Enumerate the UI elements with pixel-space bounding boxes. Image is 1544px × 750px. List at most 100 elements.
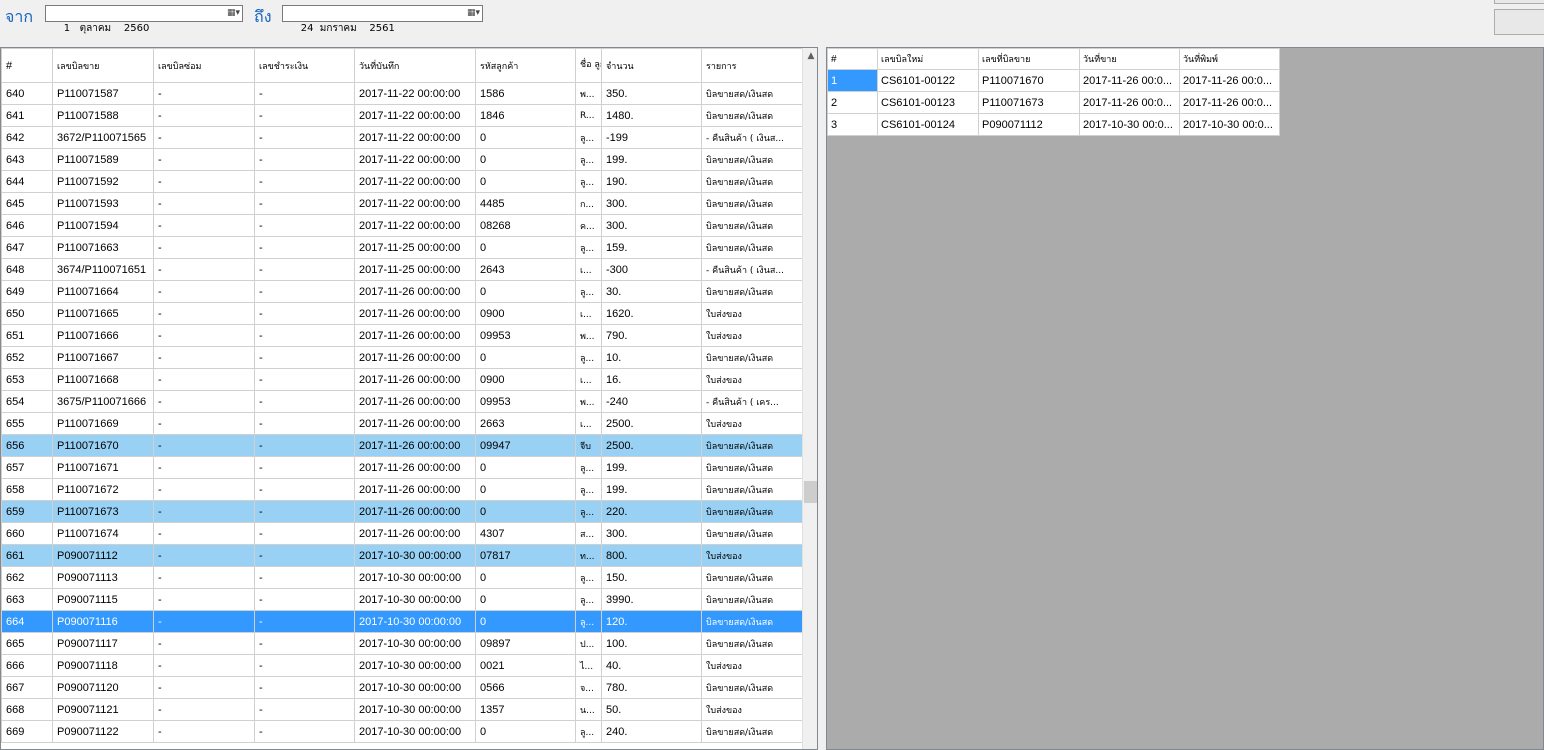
cell-payment-no[interactable]: - xyxy=(254,368,355,391)
cell-item[interactable]: ใบส่งของ xyxy=(701,544,803,567)
cell-amount[interactable]: 1620. xyxy=(601,302,702,325)
cell-record-date[interactable]: 2017-10-30 00:00:00 xyxy=(354,720,476,743)
cell-index[interactable]: 650 xyxy=(1,302,53,325)
cell-index[interactable]: 658 xyxy=(1,478,53,501)
cell-repair-bill[interactable]: - xyxy=(153,456,255,479)
cell-customer-code[interactable]: 0 xyxy=(475,236,576,259)
cell-payment-no[interactable]: - xyxy=(254,412,355,435)
cell-sale-bill[interactable]: P110071672 xyxy=(52,478,154,501)
cell-amount[interactable]: 220. xyxy=(601,500,702,523)
cell-record-date[interactable]: 2017-11-22 00:00:00 xyxy=(354,148,476,171)
table-row[interactable]: 647 P110071663- -2017-11-25 00:00:00 0 ลู...… xyxy=(1,236,803,259)
cell-repair-bill[interactable]: - xyxy=(153,346,255,369)
cell-index[interactable]: 1 xyxy=(827,69,878,92)
cell-record-date[interactable]: 2017-11-25 00:00:00 xyxy=(354,258,476,281)
table-row[interactable]: 654 3675/P110071666- -2017-11-26 00:00:00 0… xyxy=(1,390,803,413)
cell-repair-bill[interactable]: - xyxy=(153,566,255,589)
cell-amount[interactable]: 100. xyxy=(601,632,702,655)
cell-customer-name[interactable]: ไ... xyxy=(575,654,602,677)
cell-customer-code[interactable]: 0 xyxy=(475,170,576,193)
cell-amount[interactable]: 159. xyxy=(601,236,702,259)
cell-amount[interactable]: 790. xyxy=(601,324,702,347)
cell-payment-no[interactable]: - xyxy=(254,698,355,721)
col-header-sale-bill-no[interactable]: เลขที่บิลขาย xyxy=(978,48,1080,70)
col-header-sale-bill[interactable]: เลขบิลขาย xyxy=(52,48,154,83)
cell-item[interactable]: บิลขายสด/เงินสด xyxy=(701,588,803,611)
col-header-index[interactable]: # xyxy=(1,48,53,83)
cell-payment-no[interactable]: - xyxy=(254,126,355,149)
to-date-picker[interactable]: 24 มกราคม 2561 ▦▾ xyxy=(282,5,483,34)
cell-customer-code[interactable]: 09953 xyxy=(475,324,576,347)
cell-amount[interactable]: 199. xyxy=(601,148,702,171)
cell-record-date[interactable]: 2017-10-30 00:00:00 xyxy=(354,676,476,699)
cell-amount[interactable]: 300. xyxy=(601,192,702,215)
cell-index[interactable]: 649 xyxy=(1,280,53,303)
cell-customer-code[interactable]: 1586 xyxy=(475,82,576,105)
cell-record-date[interactable]: 2017-11-26 00:00:00 xyxy=(354,478,476,501)
table-row[interactable]: 648 3674/P110071651- -2017-11-25 00:00:00 2… xyxy=(1,258,803,281)
cell-print-date[interactable]: 2017-10-30 00:0... xyxy=(1179,113,1280,136)
cell-record-date[interactable]: 2017-11-26 00:00:00 xyxy=(354,324,476,347)
table-row[interactable]: 662 P090071113- -2017-10-30 00:00:00 0 ลู...… xyxy=(1,566,803,589)
cell-record-date[interactable]: 2017-10-30 00:00:00 xyxy=(354,632,476,655)
cell-payment-no[interactable]: - xyxy=(254,456,355,479)
cell-record-date[interactable]: 2017-10-30 00:00:00 xyxy=(354,610,476,633)
cell-customer-code[interactable]: 4307 xyxy=(475,522,576,545)
cell-repair-bill[interactable]: - xyxy=(153,368,255,391)
table-row[interactable]: 660 P110071674- -2017-11-26 00:00:00 4307 ส.… xyxy=(1,522,803,545)
cell-item[interactable]: บิลขายสด/เงินสด xyxy=(701,522,803,545)
cell-payment-no[interactable]: - xyxy=(254,324,355,347)
cell-customer-name[interactable]: ลู... xyxy=(575,566,602,589)
cell-item[interactable]: ใบส่งของ xyxy=(701,302,803,325)
cell-record-date[interactable]: 2017-11-26 00:00:00 xyxy=(354,500,476,523)
cell-customer-name[interactable]: พ... xyxy=(575,82,602,105)
cell-sale-bill[interactable]: P110071594 xyxy=(52,214,154,237)
cell-index[interactable]: 653 xyxy=(1,368,53,391)
cell-sale-date[interactable]: 2017-11-26 00:0... xyxy=(1079,69,1180,92)
cell-payment-no[interactable]: - xyxy=(254,258,355,281)
cell-amount[interactable]: 40. xyxy=(601,654,702,677)
cell-customer-code[interactable]: 09897 xyxy=(475,632,576,655)
cell-sale-bill[interactable]: P090071113 xyxy=(52,566,154,589)
col-header-customer-code[interactable]: รหัสลูกค้า xyxy=(475,48,576,83)
cell-repair-bill[interactable]: - xyxy=(153,654,255,677)
cell-sale-bill-no[interactable]: P090071112 xyxy=(978,113,1080,136)
cell-repair-bill[interactable]: - xyxy=(153,148,255,171)
cell-record-date[interactable]: 2017-11-26 00:00:00 xyxy=(354,434,476,457)
cell-item[interactable]: บิลขายสด/เงินสด xyxy=(701,566,803,589)
cell-index[interactable]: 655 xyxy=(1,412,53,435)
cell-record-date[interactable]: 2017-11-22 00:00:00 xyxy=(354,192,476,215)
cell-payment-no[interactable]: - xyxy=(254,676,355,699)
cell-repair-bill[interactable]: - xyxy=(153,82,255,105)
cell-item[interactable]: ใบส่งของ xyxy=(701,368,803,391)
cell-amount[interactable]: 30. xyxy=(601,280,702,303)
cell-index[interactable]: 661 xyxy=(1,544,53,567)
scrollbar-thumb[interactable] xyxy=(804,481,817,503)
cell-repair-bill[interactable]: - xyxy=(153,720,255,743)
cell-amount[interactable]: 350. xyxy=(601,82,702,105)
cell-amount[interactable]: 199. xyxy=(601,456,702,479)
table-row[interactable]: 667 P090071120- -2017-10-30 00:00:00 0566 จ.… xyxy=(1,676,803,699)
cell-sale-bill[interactable]: P110071588 xyxy=(52,104,154,127)
cell-amount[interactable]: 10. xyxy=(601,346,702,369)
vertical-scrollbar[interactable]: ▲ xyxy=(802,48,817,749)
cell-customer-name[interactable]: ก... xyxy=(575,192,602,215)
cell-customer-name[interactable]: R... xyxy=(575,104,602,127)
cell-customer-name[interactable]: เ... xyxy=(575,368,602,391)
cell-payment-no[interactable]: - xyxy=(254,522,355,545)
table-row[interactable]: 1 CS6101-00122 P110071670 2017-11-26 00:0..… xyxy=(827,69,1280,92)
cell-payment-no[interactable]: - xyxy=(254,544,355,567)
cell-repair-bill[interactable]: - xyxy=(153,632,255,655)
col-header-print-date[interactable]: วันที่พิมพ์ xyxy=(1179,48,1280,70)
cell-amount[interactable]: 300. xyxy=(601,214,702,237)
cell-repair-bill[interactable]: - xyxy=(153,104,255,127)
cell-customer-code[interactable]: 08268 xyxy=(475,214,576,237)
cell-sale-bill[interactable]: 3675/P110071666 xyxy=(52,390,154,413)
cell-customer-code[interactable]: 09953 xyxy=(475,390,576,413)
cell-index[interactable]: 668 xyxy=(1,698,53,721)
cell-sale-bill[interactable]: P110071665 xyxy=(52,302,154,325)
cell-sale-bill[interactable]: P090071120 xyxy=(52,676,154,699)
cell-sale-bill[interactable]: P090071116 xyxy=(52,610,154,633)
cell-customer-name[interactable]: ลู... xyxy=(575,236,602,259)
cell-customer-code[interactable]: 0 xyxy=(475,346,576,369)
